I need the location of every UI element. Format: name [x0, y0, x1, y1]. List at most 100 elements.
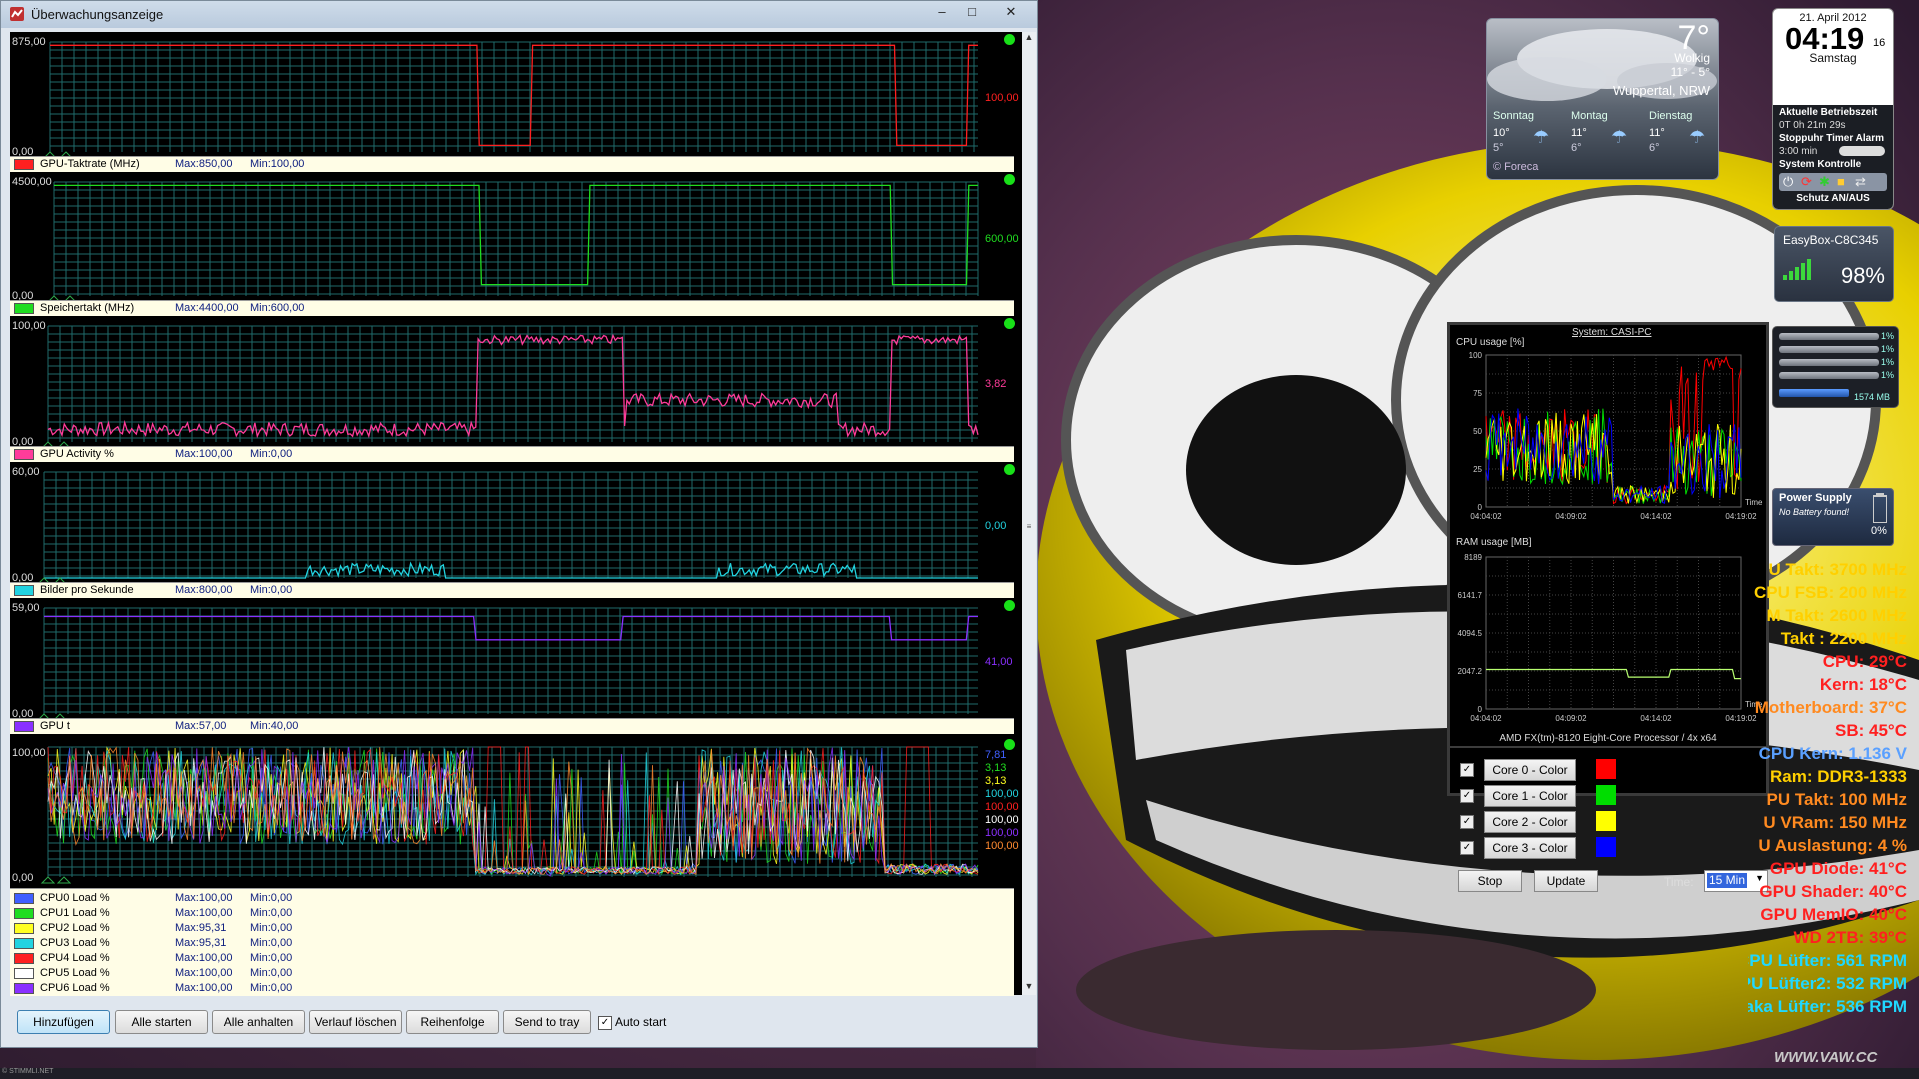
current-value: 41,00 [985, 655, 1013, 668]
auto-start-checkbox[interactable]: ✓ Auto start [598, 1015, 666, 1030]
forecast-high: 11° [1571, 127, 1587, 139]
legend-min: Min:40,00 [250, 720, 299, 732]
legend-name: GPU-Taktrate (MHz) [40, 158, 140, 170]
stop-button[interactable]: Stop [1458, 870, 1522, 892]
core-checkbox[interactable]: ✓ [1460, 789, 1474, 803]
ram-y-tick: 0 [1478, 705, 1483, 714]
ram-bar [1779, 346, 1879, 353]
sensor-reading: Motherboard: 37°C [1754, 698, 1907, 717]
start-all-button[interactable]: Alle starten [115, 1010, 208, 1034]
current-value: 100,00 [985, 91, 1019, 104]
current-value: 7,81 [985, 749, 1007, 761]
cpu-legend-row[interactable]: CPU5 Load % Max:100,00 Min:0,00 [10, 966, 1014, 981]
clock-gadget[interactable]: 21. April 2012 04:19 16 Samstag Aktuelle… [1772, 8, 1894, 210]
cpu-legend-row[interactable]: CPU2 Load % Max:95,31 Min:0,00 [10, 921, 1014, 936]
graph-legend[interactable]: GPU-Taktrate (MHz) Max:850,00 Min:100,00 [10, 156, 1014, 172]
auto-start-label: Auto start [615, 1015, 667, 1029]
clear-history-button[interactable]: Verlauf löschen [309, 1010, 402, 1034]
core-checkbox[interactable]: ✓ [1460, 841, 1474, 855]
weather-range: 11° - 5° [1670, 65, 1710, 79]
legend-min: Min:100,00 [250, 158, 305, 170]
window-titlebar[interactable]: Überwachungsanzeige – □ ✕ [1, 1, 1037, 28]
core-color-button[interactable]: Core 2 - Color [1484, 811, 1576, 833]
clock-seconds: 16 [1873, 37, 1886, 49]
ram-bar-value: 1% [1881, 331, 1895, 341]
current-value: 100,00 [985, 840, 1019, 852]
weather-condition: Wolkig [1674, 51, 1710, 65]
order-button[interactable]: Reihenfolge [406, 1010, 499, 1034]
cpu-y-tick: 25 [1473, 465, 1482, 474]
ram-gadget[interactable]: 1% 1% 1% 1% 1574 MB [1772, 326, 1899, 408]
close-button[interactable]: ✕ [989, 2, 1033, 22]
legend-name: Bilder pro Sekunde [40, 584, 134, 596]
graph-legend[interactable]: GPU t Max:57,00 Min:40,00 [10, 718, 1014, 734]
y-max-label: 100,00 [12, 320, 46, 332]
core-checkbox[interactable]: ✓ [1460, 763, 1474, 777]
legend-name: CPU2 Load % [40, 922, 110, 934]
current-value: 3,13 [985, 762, 1007, 774]
processor-name: AMD FX(tm)-8120 Eight-Core Processor / 4… [1499, 733, 1717, 744]
cpu-legend-row[interactable]: CPU3 Load % Max:95,31 Min:0,00 [10, 936, 1014, 951]
logoff-icon[interactable]: ⇄ [1855, 174, 1866, 190]
core-color-swatch[interactable] [1596, 811, 1616, 831]
timer-toggle[interactable] [1839, 146, 1885, 156]
cpu-legend: CPU0 Load % Max:100,00 Min:0,00 CPU1 Load %… [10, 888, 1014, 996]
core-color-swatch[interactable] [1596, 837, 1616, 857]
ram-x-tick: 04:14:02 [1640, 714, 1672, 723]
system-info: Aktuelle Betriebszeit 0T 0h 21m 29s Stop… [1773, 105, 1893, 209]
core-color-swatch[interactable] [1596, 759, 1616, 779]
ram-bar-value: 1% [1881, 344, 1895, 354]
update-button[interactable]: Update [1534, 870, 1598, 892]
lock-icon[interactable]: ■ [1837, 174, 1845, 189]
vertical-scrollbar[interactable]: ▲ ≡ ▼ [1022, 32, 1036, 995]
core-color-button[interactable]: Core 0 - Color [1484, 759, 1576, 781]
legend-min: Min:0,00 [250, 937, 293, 949]
power-icon[interactable]: ⏻ [1783, 174, 1793, 190]
minimize-button[interactable]: – [929, 2, 955, 22]
bottom-text: © STIMMLI.NET [2, 1068, 54, 1075]
sensor-reading: U Takt: 3700 MHz [1768, 560, 1907, 579]
restart-icon[interactable]: ⟳ [1801, 174, 1812, 190]
graph-legend[interactable]: GPU Activity % Max:100,00 Min:0,00 [10, 446, 1014, 462]
scroll-down-icon[interactable]: ▼ [1022, 981, 1036, 995]
cpu-legend-row[interactable]: CPU4 Load % Max:100,00 Min:0,00 [10, 951, 1014, 966]
core-color-button[interactable]: Core 1 - Color [1484, 785, 1576, 807]
color-swatch [14, 938, 34, 949]
wifi-gadget[interactable]: EasyBox-C8C345 98% [1774, 226, 1894, 302]
sensor-reading: CPU Kern: 1.136 V [1758, 744, 1907, 763]
weather-gadget[interactable]: 7° Wolkig 11° - 5° Wuppertal, NRW Sonnta… [1486, 18, 1719, 180]
core-checkbox[interactable]: ✓ [1460, 815, 1474, 829]
cpu-legend-row[interactable]: CPU6 Load % Max:100,00 Min:0,00 [10, 981, 1014, 996]
forecast-day-name: Montag [1571, 110, 1608, 122]
core-color-button[interactable]: Core 3 - Color [1484, 837, 1576, 859]
sensor-reading: SB: 45°C [1835, 721, 1907, 740]
cpu-legend-row[interactable]: CPU1 Load % Max:100,00 Min:0,00 [10, 906, 1014, 921]
add-button[interactable]: Hinzufügen [17, 1010, 110, 1034]
clock-weekday: Samstag [1809, 51, 1857, 65]
graph-panel-cpu-load: 100,00 0,00 7,81 3,13 3,13 100,00 100,00 100,… [10, 737, 1019, 887]
sensor-reading: Ram: DDR3-1333 [1770, 767, 1907, 786]
core-color-swatch[interactable] [1596, 785, 1616, 805]
scroll-thumb[interactable]: ≡ [1024, 522, 1034, 534]
legend-name: CPU5 Load % [40, 967, 110, 979]
power-gadget[interactable]: Power Supply No Battery found! 0% [1772, 488, 1894, 546]
graph-legend[interactable]: Bilder pro Sekunde Max:800,00 Min:0,00 [10, 582, 1014, 598]
maximize-button[interactable]: □ [959, 2, 985, 22]
cpu-legend-row[interactable]: CPU0 Load % Max:100,00 Min:0,00 [10, 891, 1014, 906]
ram-usage-bar [1779, 389, 1849, 397]
legend-max: Max:100,00 [175, 892, 233, 904]
ram-bar-value: 1% [1881, 357, 1895, 367]
cpu-y-tick: 100 [1469, 351, 1483, 360]
timer-label: Stoppuhr Timer Alarm [1779, 133, 1885, 144]
protect-label[interactable]: Schutz AN/AUS [1773, 193, 1893, 204]
ram-bar-value: 1% [1881, 370, 1895, 380]
sensor-reading: U VRam: 150 MHz [1763, 813, 1907, 832]
stop-all-button[interactable]: Alle anhalten [212, 1010, 305, 1034]
graph-panel-2: 4500,00 0,00 600,00 Speichertakt (MHz) Max:4… [10, 172, 1019, 316]
legend-max: Max:100,00 [175, 952, 233, 964]
send-to-tray-button[interactable]: Send to tray [503, 1010, 591, 1034]
graph-legend[interactable]: Speichertakt (MHz) Max:4400,00 Min:600,00 [10, 300, 1014, 316]
scroll-up-icon[interactable]: ▲ [1022, 32, 1036, 46]
timer-value: 3:00 min [1779, 146, 1818, 157]
sleep-icon[interactable]: ✱ [1819, 174, 1830, 190]
